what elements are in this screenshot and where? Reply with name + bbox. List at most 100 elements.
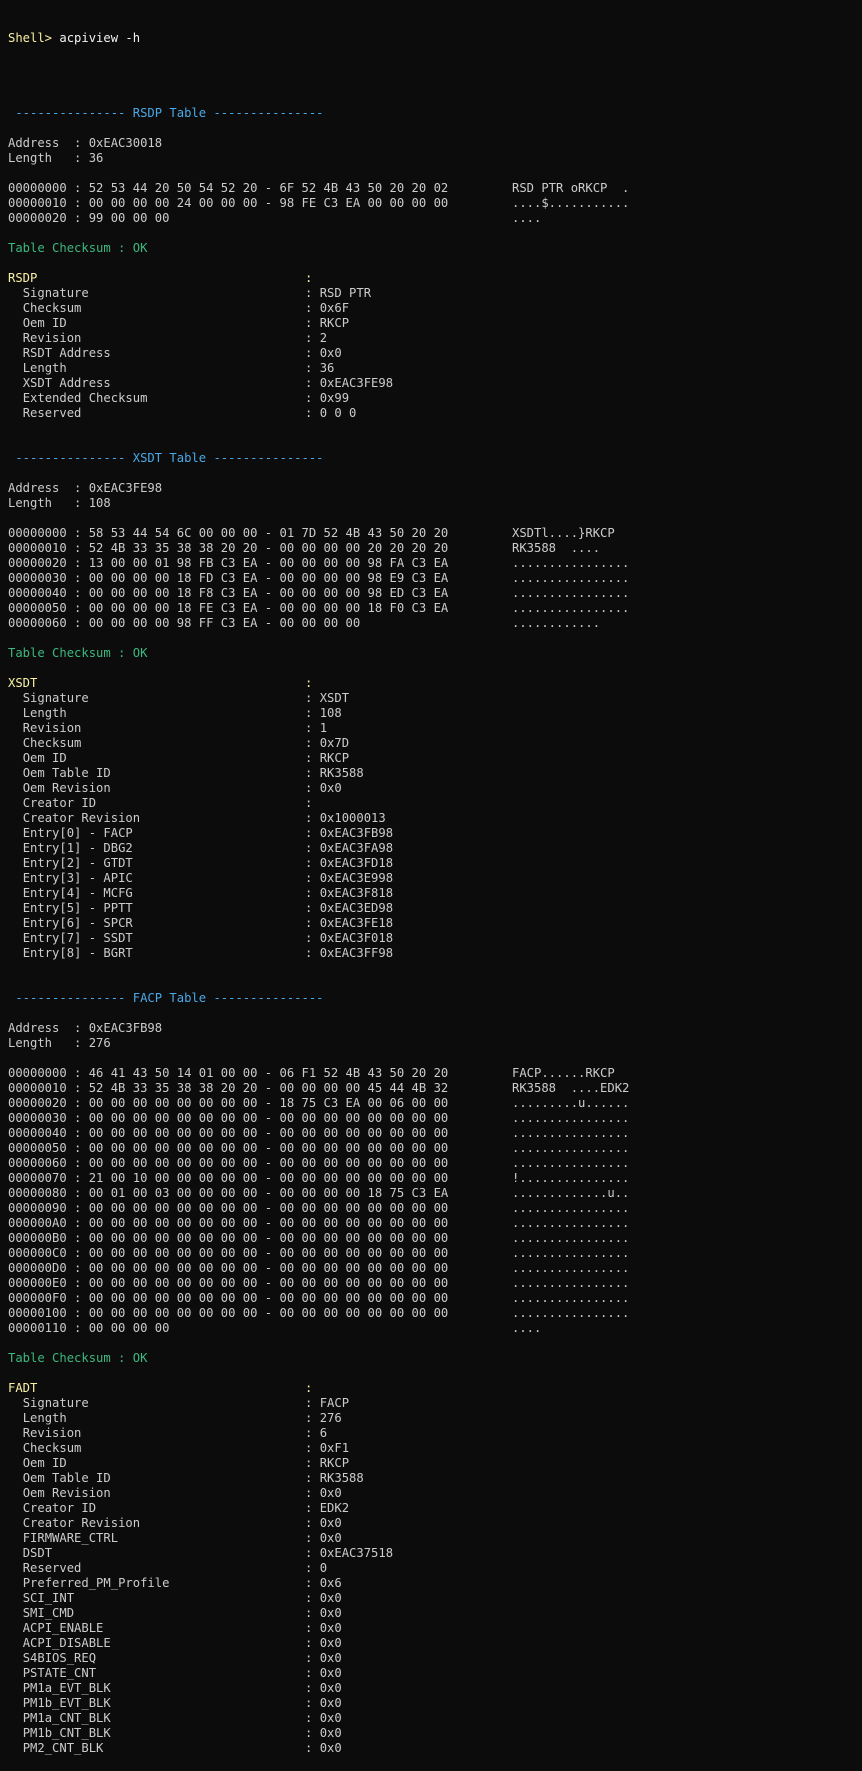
field-row: Signature: XSDT — [8, 691, 858, 706]
field-label-text: Length — [22, 361, 67, 375]
field-label: Creator Revision — [8, 1516, 305, 1531]
field-label-text: Revision — [22, 721, 82, 735]
field-row: XSDT Address: 0xEAC3FE98 — [8, 376, 858, 391]
field-label-text: Preferred_PM_Profile — [22, 1576, 170, 1590]
hex-row: 00000040 : 00 00 00 00 18 F8 C3 EA - 00 … — [8, 586, 858, 601]
hex-bytes: 00000040 : 00 00 00 00 00 00 00 00 - 00 … — [8, 1126, 449, 1140]
hex-bytes: 00000040 : 00 00 00 00 18 F8 C3 EA - 00 … — [8, 586, 449, 600]
table-length: Length : 108 — [8, 496, 111, 510]
separator: : — [305, 946, 320, 960]
hex-row: 000000A0 : 00 00 00 00 00 00 00 00 - 00 … — [8, 1216, 858, 1231]
separator: : — [305, 1576, 320, 1590]
field-label-text: Signature — [22, 691, 89, 705]
table-banner: --------------- RSDP Table -------------… — [8, 106, 324, 120]
hex-row: 00000020 : 00 00 00 00 00 00 00 00 - 18 … — [8, 1096, 858, 1111]
hex-bytes: 00000100 : 00 00 00 00 00 00 00 00 - 00 … — [8, 1306, 449, 1320]
field-label: Checksum — [8, 1441, 305, 1456]
field-label-text: Signature — [22, 1396, 89, 1410]
field-value: 0x0 — [319, 1741, 342, 1755]
hex-row: 00000020 : 13 00 00 01 98 FB C3 EA - 00 … — [8, 556, 858, 571]
separator: : — [305, 1426, 320, 1440]
field-label-text: Revision — [22, 331, 82, 345]
acpi-table-section: --------------- FACP Table -------------… — [8, 961, 858, 1756]
field-value: 0xEAC37518 — [319, 1546, 394, 1560]
hex-bytes: 00000090 : 00 00 00 00 00 00 00 00 - 00 … — [8, 1201, 449, 1215]
field-value: 0x99 — [319, 391, 350, 405]
separator: : — [305, 706, 320, 720]
command-prompt[interactable]: Shell> acpiview -h — [8, 31, 858, 46]
field-value: 0xEAC3FE18 — [319, 916, 394, 930]
hex-ascii: ................ — [512, 1126, 630, 1140]
field-label-text: Entry[4] - MCFG — [22, 886, 133, 900]
field-label-text: Signature — [22, 286, 89, 300]
field-label-text: Oem ID — [22, 751, 67, 765]
field-label: PM1b_EVT_BLK — [8, 1696, 305, 1711]
field-label: RSDT Address — [8, 346, 305, 361]
field-label: Entry[0] - FACP — [8, 826, 305, 841]
separator: : — [305, 1561, 320, 1575]
field-row: Creator Revision: 0x0 — [8, 1516, 858, 1531]
separator: : — [305, 1456, 320, 1470]
field-row: PM2_CNT_BLK: 0x0 — [8, 1741, 858, 1756]
field-label: Signature — [8, 691, 305, 706]
field-value: 0xEAC3F818 — [319, 886, 394, 900]
field-row: Creator Revision: 0x1000013 — [8, 811, 858, 826]
separator: : — [305, 346, 320, 360]
hex-bytes: 00000070 : 21 00 10 00 00 00 00 00 - 00 … — [8, 1171, 449, 1185]
field-label: PSTATE_CNT — [8, 1666, 305, 1681]
table-name-row: RSDP: — [8, 271, 858, 286]
hex-row: 00000070 : 21 00 10 00 00 00 00 00 - 00 … — [8, 1171, 858, 1186]
hex-bytes: 000000E0 : 00 00 00 00 00 00 00 00 - 00 … — [8, 1276, 449, 1290]
field-value: 0x6F — [319, 301, 350, 315]
field-row: Creator ID: EDK2 — [8, 1501, 858, 1516]
acpi-table-section: --------------- XSDT Table -------------… — [8, 421, 858, 961]
field-value: RSD PTR — [319, 286, 372, 300]
field-row: PM1a_EVT_BLK: 0x0 — [8, 1681, 858, 1696]
field-label-text: Checksum — [22, 1441, 82, 1455]
separator: : — [305, 1711, 320, 1725]
field-row: Entry[7] - SSDT: 0xEAC3F018 — [8, 931, 858, 946]
hex-ascii: ................ — [512, 1156, 630, 1170]
field-label-text: SMI_CMD — [22, 1606, 75, 1620]
field-value: 0xEAC3FA98 — [319, 841, 394, 855]
field-label: Signature — [8, 1396, 305, 1411]
table-checksum-status: Table Checksum : OK — [8, 1351, 148, 1365]
field-row: Reserved: 0 0 0 — [8, 406, 858, 421]
field-value: 0xEAC3FD18 — [319, 856, 394, 870]
hex-ascii: ................ — [512, 1141, 630, 1155]
field-value: 0x0 — [319, 346, 342, 360]
separator: : — [305, 1411, 320, 1425]
field-row: FIRMWARE_CTRL: 0x0 — [8, 1531, 858, 1546]
field-label: Length — [8, 706, 305, 721]
field-row: Entry[0] - FACP: 0xEAC3FB98 — [8, 826, 858, 841]
hex-bytes: 00000030 : 00 00 00 00 00 00 00 00 - 00 … — [8, 1111, 449, 1125]
hex-ascii: .... — [512, 211, 542, 225]
field-label: ACPI_ENABLE — [8, 1621, 305, 1636]
hex-row: 000000D0 : 00 00 00 00 00 00 00 00 - 00 … — [8, 1261, 858, 1276]
field-row: Length: 108 — [8, 706, 858, 721]
hex-bytes: 00000020 : 99 00 00 00 — [8, 211, 170, 225]
field-value: 0x0 — [319, 1696, 342, 1710]
separator: : — [305, 766, 320, 780]
separator: : — [305, 1546, 320, 1560]
field-label-text: PM1b_EVT_BLK — [22, 1696, 111, 1710]
separator: : — [305, 1696, 320, 1710]
separator: : — [305, 826, 320, 840]
field-row: Checksum: 0x6F — [8, 301, 858, 316]
hex-bytes: 00000050 : 00 00 00 00 18 FE C3 EA - 00 … — [8, 601, 449, 615]
field-row: Entry[6] - SPCR: 0xEAC3FE18 — [8, 916, 858, 931]
field-row: Length: 276 — [8, 1411, 858, 1426]
table-address: Address : 0xEAC3FE98 — [8, 481, 163, 495]
hex-bytes: 00000020 : 13 00 00 01 98 FB C3 EA - 00 … — [8, 556, 449, 570]
separator: : — [305, 331, 320, 345]
field-label-text: PM1b_CNT_BLK — [22, 1726, 111, 1740]
field-label-text: Length — [22, 706, 67, 720]
field-label-text: FIRMWARE_CTRL — [22, 1531, 119, 1545]
table-name-row: FADT: — [8, 1381, 858, 1396]
field-value: 0x7D — [319, 736, 350, 750]
field-label-text: XSDT Address — [22, 376, 111, 390]
